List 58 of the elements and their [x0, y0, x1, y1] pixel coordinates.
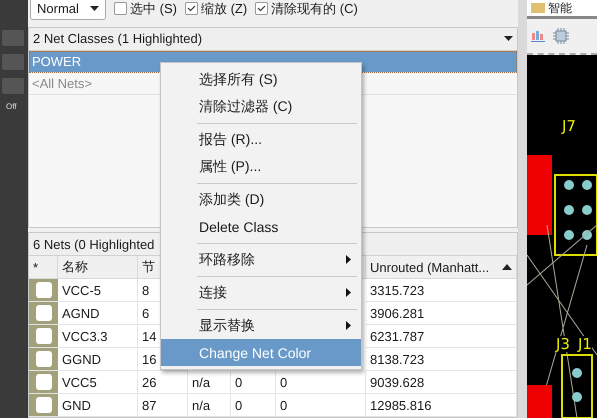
submenu-arrow-icon	[346, 321, 351, 330]
checkbox-label: 缩放 (Z)	[200, 0, 248, 18]
table-cell: 0	[276, 371, 366, 394]
table-cell: 26	[138, 371, 188, 394]
color-swatch[interactable]	[29, 279, 58, 302]
chart-icon[interactable]	[531, 30, 545, 42]
table-cell: 0	[231, 371, 276, 394]
table-cell: 12985.816	[366, 394, 517, 417]
designator-label: J7	[562, 118, 576, 134]
color-swatch[interactable]	[29, 394, 58, 417]
table-cell: GND	[58, 394, 138, 417]
document-tab[interactable]: 智能	[527, 0, 597, 19]
color-swatch[interactable]	[29, 348, 58, 371]
table-cell: n/a	[188, 371, 231, 394]
table-cell: AGND	[58, 302, 138, 325]
menu-item[interactable]: 清除过滤器 (C)	[161, 93, 361, 120]
color-swatch[interactable]	[29, 325, 58, 348]
column-header[interactable]: 名称	[58, 256, 138, 279]
table-cell: 8138.723	[366, 348, 517, 371]
submenu-arrow-icon	[346, 255, 351, 264]
menu-item[interactable]: 属性 (P)...	[161, 153, 361, 180]
panel-header[interactable]: 2 Net Classes (1 Highlighted)	[29, 28, 517, 51]
table-cell: 6231.787	[366, 325, 517, 348]
table-cell: 3906.281	[366, 302, 517, 325]
table-cell: 3315.723	[366, 279, 517, 302]
table-cell: 87	[138, 394, 188, 417]
toggle-label: Off	[6, 102, 17, 111]
table-cell: VCC-5	[58, 279, 138, 302]
designator-label: J1	[578, 336, 592, 352]
table-cell: VCC3.3	[58, 325, 138, 348]
table-cell: 0	[231, 394, 276, 417]
table-cell: 9039.628	[366, 371, 517, 394]
checkbox-label: 选中 (S)	[130, 0, 177, 18]
folder-icon	[531, 3, 545, 13]
column-header[interactable]: Unrouted (Manhatt...	[366, 256, 517, 279]
menu-item[interactable]: 报告 (R)...	[161, 126, 361, 153]
checkbox[interactable]	[114, 2, 127, 16]
checkbox-label: 清除现有的 (C)	[271, 0, 358, 18]
color-swatch[interactable]	[29, 371, 58, 394]
panel-title: 2 Net Classes (1 Highlighted)	[33, 31, 202, 46]
menu-item[interactable]: 添加类 (D)	[161, 186, 361, 213]
dropdown-caret-icon	[504, 36, 513, 42]
chip-icon[interactable]	[553, 28, 569, 44]
checkbox[interactable]	[184, 2, 198, 16]
mode-dropdown[interactable]: Normal	[30, 0, 106, 20]
checkbox[interactable]	[255, 2, 268, 16]
dropdown-caret-icon	[90, 6, 99, 12]
designator-label: J3	[556, 336, 570, 352]
table-cell: GGND	[58, 348, 138, 371]
table-cell: 0	[276, 394, 366, 417]
check-icon	[186, 5, 196, 12]
submenu-arrow-icon	[346, 288, 351, 297]
table-cell: VCC5	[58, 371, 138, 394]
sort-icon	[502, 264, 512, 270]
column-header[interactable]: *	[29, 256, 58, 279]
color-swatch[interactable]	[29, 302, 58, 325]
table-cell: n/a	[188, 394, 231, 417]
check-icon	[257, 5, 266, 12]
